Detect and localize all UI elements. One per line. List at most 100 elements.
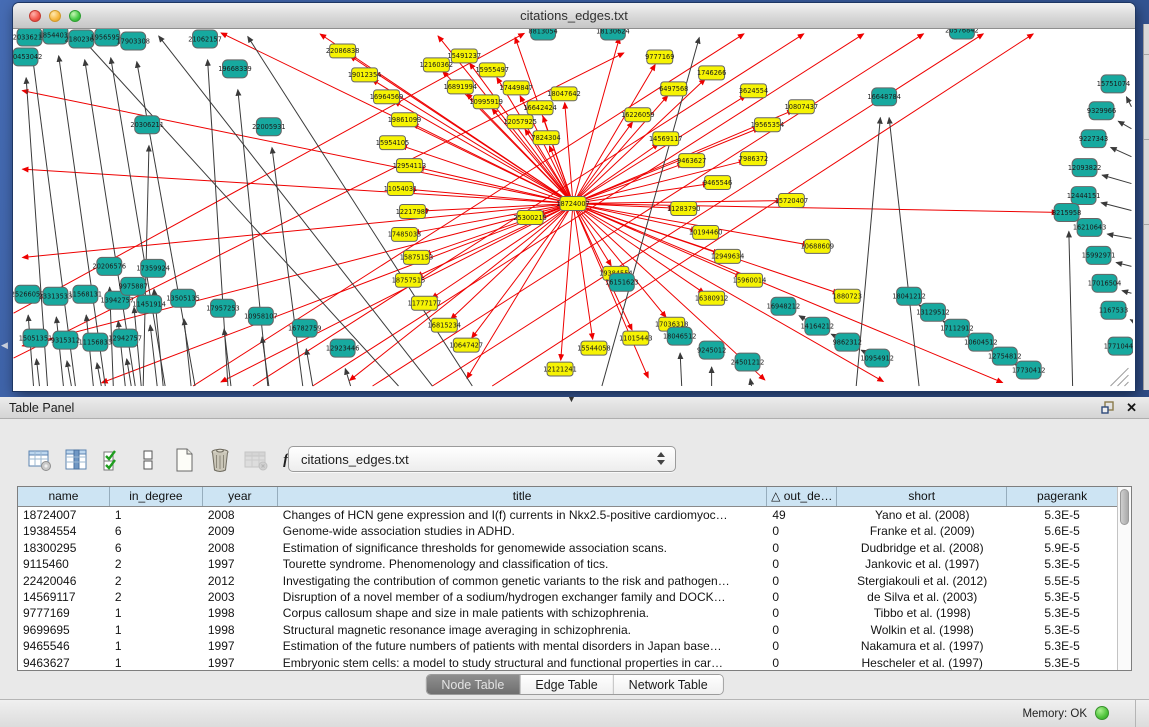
graph-node[interactable]: 16782759 [288,319,321,337]
graph-node[interactable]: 16891994 [444,80,477,94]
graph-node[interactable]: 13505135 [166,289,199,307]
graph-node[interactable]: 7986372 [739,152,768,166]
table-mode-icon[interactable] [26,447,53,474]
graph-node[interactable]: 18724007 [556,197,589,211]
graph-node[interactable]: 10194460 [689,225,722,239]
graph-node[interactable]: 14569117 [649,132,682,146]
graph-node[interactable]: 9315312 [51,331,80,349]
graph-node[interactable]: 9329966 [1087,102,1116,120]
graph-node[interactable]: 19565354 [751,118,784,132]
select-all-icon[interactable] [98,447,125,474]
column-header-year[interactable]: year [203,487,278,506]
graph-node[interactable]: 9245012 [697,341,726,359]
graph-node[interactable]: 18757515 [392,273,425,287]
clear-selection-icon[interactable] [134,447,161,474]
graph-node[interactable]: 18041212 [892,287,925,305]
table-row[interactable]: 946362711997Embryonic stem cells: a mode… [18,655,1117,670]
graph-node[interactable]: 1880723 [833,289,862,303]
graph-node[interactable]: 18046512 [663,327,696,345]
graph-node[interactable]: 10647427 [450,338,483,352]
window-titlebar[interactable]: citations_edges.txt [13,3,1135,29]
table-row[interactable]: 946554611997Estimation of the future num… [18,638,1117,654]
graph-node[interactable]: 16964569 [370,90,403,104]
graph-node[interactable]: 9465546 [703,176,732,190]
graph-node[interactable]: 1167533 [1099,301,1128,319]
delete-table-icon[interactable] [242,447,269,474]
graph-node[interactable]: 16642424 [523,101,556,115]
graph-node[interactable]: 9777169 [645,50,674,64]
table-row[interactable]: 977716911998Corpus callosum shape and si… [18,605,1117,621]
graph-node[interactable]: 12954113 [393,159,426,173]
table-scrollbar[interactable] [1117,487,1131,670]
table-row[interactable]: 911546021997Tourette syndrome. Phenomeno… [18,556,1117,572]
splitter-handle-icon[interactable]: ▼ [567,394,576,404]
column-header-short[interactable]: short [837,487,1007,506]
graph-node[interactable]: 16210643 [1073,218,1106,236]
graph-node[interactable]: 17710443 [1104,337,1133,355]
new-column-icon[interactable] [170,447,197,474]
graph-node[interactable]: 11283790 [667,202,700,216]
graph-node[interactable]: 16380912 [695,291,728,305]
graph-node[interactable]: 15992971 [1082,246,1115,264]
graph-node[interactable]: 16226059 [621,108,654,122]
graph-node[interactable]: 10958107 [244,307,277,325]
delete-column-icon[interactable] [206,447,233,474]
graph-node[interactable]: 17957253 [206,299,239,317]
show-columns-icon[interactable] [62,447,89,474]
tab-network-table[interactable]: Network Table [614,675,723,694]
graph-node[interactable]: 20453042 [13,48,42,66]
graph-node[interactable]: 1746266 [697,66,726,80]
graph-node[interactable]: 9975887 [119,277,148,295]
graph-node[interactable]: 8813054 [528,29,557,40]
panel-collapse-arrow[interactable]: ◀ [1,341,8,350]
graph-node[interactable]: 19012354 [348,68,381,82]
table-row[interactable]: 1872400712008Changes of HCN gene express… [18,507,1117,523]
graph-node[interactable]: 10807437 [785,100,818,114]
graph-node[interactable]: 11015443 [619,331,652,345]
graph-node[interactable]: 17903308 [116,32,149,50]
tab-node-table[interactable]: Node Table [426,675,520,694]
network-canvas[interactable]: 1872400722086838190123541696456919861099… [13,29,1133,390]
graph-node[interactable]: 13129512 [916,303,949,321]
graph-node[interactable]: 22005931 [252,118,285,136]
graph-node[interactable]: 22086838 [326,44,359,58]
graph-node[interactable]: 12217987 [396,205,429,219]
network-view-window[interactable]: citations_edges.txt 18724007 22086838 1901… [13,3,1135,391]
graph-node[interactable]: 6497568 [659,82,688,96]
graph-node[interactable]: 14164212 [801,317,834,335]
table-row[interactable]: 1456911722003Disruption of a novel membe… [18,589,1117,605]
graph-node[interactable]: 16151623 [605,273,638,291]
graph-node[interactable]: 11451914 [132,295,165,313]
graph-node[interactable]: 12093822 [1068,159,1101,177]
graph-node[interactable]: 17485033 [388,227,421,241]
graph-node[interactable]: 15751074 [1097,75,1130,93]
graph-node[interactable]: 11156833 [79,333,112,351]
graph-node[interactable]: 10688609 [801,239,834,253]
graph-node[interactable]: 25300215 [513,210,546,224]
graph-node[interactable]: 9227343 [1079,130,1108,148]
column-header-out_de[interactable]: △ out_de… [767,487,837,506]
graph-node[interactable]: 12949634 [711,249,744,263]
column-header-pagerank[interactable]: pagerank [1007,487,1117,506]
table-row[interactable]: 1938455462009Genome-wide association stu… [18,523,1117,539]
tab-edge-table[interactable]: Edge Table [520,675,613,694]
graph-node[interactable]: 17449847 [499,81,532,95]
graph-node[interactable]: 15960014 [733,273,766,287]
graph-node[interactable]: 17112912 [940,319,973,337]
graph-node[interactable]: 12057925 [503,115,536,129]
graph-node[interactable]: 18047642 [547,87,580,101]
graph-node[interactable]: 12121241 [543,362,576,376]
graph-node[interactable]: 10954912 [860,349,893,367]
column-header-in_degree[interactable]: in_degree [110,487,203,506]
graph-node[interactable]: 8215958 [1052,204,1081,222]
graph-node[interactable]: 18130624 [596,29,629,40]
scrollbar-thumb[interactable] [1120,489,1129,525]
graph-node[interactable]: 21062157 [188,30,221,48]
graph-node[interactable]: 24501212 [731,353,764,371]
table-row[interactable]: 969969511998Structural magnetic resonanc… [18,622,1117,638]
graph-node[interactable]: 15875153 [400,250,433,264]
graph-node[interactable]: 20306211 [130,116,163,134]
graph-node[interactable]: 11568131 [69,285,102,303]
graph-node[interactable]: 12942757 [108,329,141,347]
graph-node[interactable]: 16648784 [867,88,900,106]
